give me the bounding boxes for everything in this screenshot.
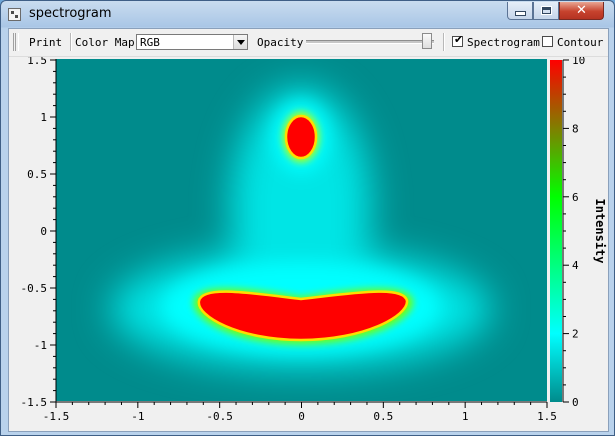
contour-checkbox[interactable] <box>542 36 553 47</box>
y-tick-label: 1 <box>40 111 47 124</box>
print-button[interactable]: Print <box>29 36 62 49</box>
y-tick-label: 0 <box>40 225 47 238</box>
x-tick-label: -1.5 <box>43 410 70 423</box>
y-tick-label: -0.5 <box>21 282 48 295</box>
contour-label[interactable]: Contour <box>557 36 603 49</box>
color-map-label: Color Map <box>75 36 135 49</box>
colorbar-tick-label: 2 <box>572 328 579 341</box>
spectrogram-label[interactable]: Spectrogram <box>467 36 540 49</box>
y-axis: 1.5 1 0.5 0 -0.5 -1 -1.5 <box>21 54 56 409</box>
color-map-select[interactable]: RGB <box>136 34 248 50</box>
x-axis: -1.5 -1 -0.5 0 0.5 1 1.5 <box>43 402 557 423</box>
colorbar-tick-label: 6 <box>572 191 579 204</box>
x-tick-label: 1.5 <box>537 410 557 423</box>
x-tick-label: -1 <box>131 410 144 423</box>
toolbar-grip-icon[interactable] <box>13 33 19 51</box>
opacity-label: Opacity <box>257 36 304 49</box>
y-tick-label: -1 <box>34 339 47 352</box>
y-tick-label: 1.5 <box>27 57 47 67</box>
color-map-value: RGB <box>140 36 160 49</box>
x-tick-label: -0.5 <box>206 410 233 423</box>
spectrogram-plot: 1.5 1 0.5 0 -0.5 -1 -1.5 -1.5 -1 -0.5 0 0.5 1 1.5 10… <box>21 54 608 423</box>
x-tick-label: 0.5 <box>373 410 393 423</box>
close-button[interactable]: ✕ <box>559 2 604 20</box>
maximize-icon <box>540 6 552 15</box>
client-area: Print Color Map RGB Opacity ✔ Spectrogra… <box>8 28 609 432</box>
minimize-icon <box>514 11 526 16</box>
toolbar-separator <box>70 33 72 51</box>
spectrogram-checkbox[interactable]: ✔ <box>452 33 464 47</box>
close-icon: ✕ <box>576 3 587 18</box>
minimize-button[interactable] <box>507 2 533 20</box>
plot-panel: 1.5 1 0.5 0 -0.5 -1 -1.5 -1.5 -1 -0.5 0 0.5 1 1.5 10… <box>9 54 608 431</box>
checkmark-icon: ✔ <box>454 33 464 46</box>
colorbar-label: Intensity <box>593 198 607 263</box>
maximize-button[interactable] <box>533 2 559 20</box>
colorbar-axis: 10 8 6 4 2 0 <box>563 54 585 409</box>
colorbar-tick-label: 4 <box>572 259 579 272</box>
x-tick-label: 0 <box>298 410 305 423</box>
colorbar-tick-label: 8 <box>572 122 579 135</box>
colorbar-tick-label: 10 <box>572 57 585 67</box>
toolbar: Print Color Map RGB Opacity ✔ Spectrogra… <box>9 29 608 57</box>
x-tick-label: 1 <box>462 410 469 423</box>
app-icon <box>8 8 21 21</box>
opacity-slider-handle[interactable] <box>422 33 432 49</box>
y-tick-label: 0.5 <box>27 168 47 181</box>
title-bar[interactable]: spectrogram ✕ <box>1 1 614 28</box>
window-title: spectrogram <box>29 6 112 21</box>
opacity-slider[interactable] <box>306 40 434 44</box>
app-window: spectrogram ✕ Print Color Map RGB Opacit… <box>0 0 615 436</box>
colorbar <box>550 60 562 402</box>
colorbar-tick-label: 0 <box>572 396 579 409</box>
toolbar-separator <box>443 33 445 51</box>
y-tick-label: -1.5 <box>21 396 48 409</box>
chevron-down-icon[interactable] <box>233 35 247 49</box>
